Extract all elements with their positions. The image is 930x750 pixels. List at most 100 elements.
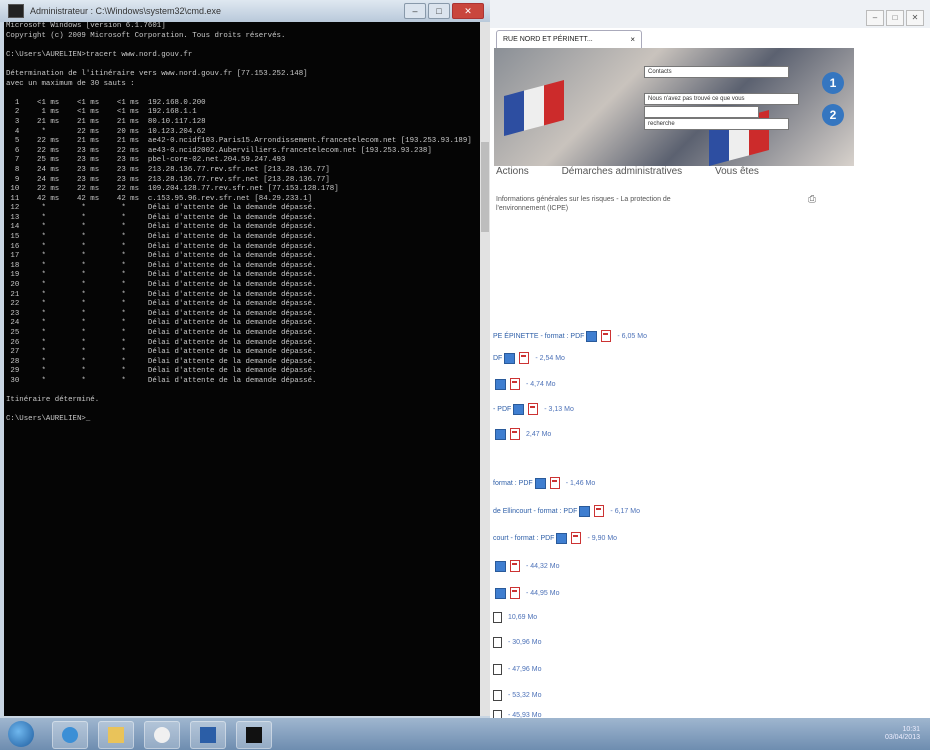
pdf-icon[interactable] [510,378,520,390]
console-line: 6 22 ms 23 ms 22 ms ae43-0.ncid2002.Aube… [6,146,432,155]
maximize-button[interactable]: □ [428,3,450,19]
browser-close-button[interactable]: ✕ [906,10,924,26]
file-size: - 6,17 Mo [610,507,640,515]
tab-close-icon[interactable]: × [630,31,635,49]
console-line: 12 * * * Délai d'attente de la demande d… [6,204,317,213]
browser-maximize-button[interactable]: □ [886,10,904,26]
pdf-icon[interactable] [510,428,520,440]
download-link[interactable]: - 4,74 Mo [493,378,556,390]
file-size: - 2,54 Mo [535,354,565,362]
console-line: 7 25 ms 23 ms 23 ms pbel-core-02.net.204… [6,156,286,165]
download-label: DF [493,354,503,362]
cmd-scrollbar[interactable] [480,22,490,716]
pdf-icon[interactable] [519,352,530,364]
cmd-scroll-thumb[interactable] [481,142,489,232]
console-line: 14 * * * Délai d'attente de la demande d… [6,223,317,232]
download-link[interactable]: 2,47 Mo [493,428,551,440]
file-size: 10,69 Mo [508,614,538,621]
file-size: 2,47 Mo [526,430,552,438]
taskbar-media-icon[interactable] [144,721,180,749]
console-line: 4 * 22 ms 20 ms 10.123.204.62 [6,127,206,136]
document-icon[interactable] [493,664,502,675]
taskbar-explorer-icon[interactable] [98,721,134,749]
download-link[interactable]: - 53,32 Mo [493,690,541,701]
console-line: 11 42 ms 42 ms 42 ms c.153.95.96.rev.sfr… [6,194,313,203]
download-link[interactable]: - PDF - 3,13 Mo [493,403,574,415]
download-link[interactable]: 10,69 Mo [493,612,537,623]
cmd-window-title: Administrateur : C:\Windows\system32\cmd… [30,6,222,16]
download-link[interactable]: - 47,96 Mo [493,664,541,675]
pdf-icon[interactable] [601,330,612,342]
cmd-window[interactable]: Administrateur : C:\Windows\system32\cmd… [0,0,490,718]
save-icon[interactable] [495,560,506,572]
pdf-icon[interactable] [510,587,520,599]
save-icon[interactable] [579,505,591,517]
file-size: - 53,32 Mo [508,692,542,699]
browser-minimize-button[interactable]: – [866,10,884,26]
file-size: - 47,96 Mo [508,666,542,673]
save-icon[interactable] [556,532,568,544]
download-link[interactable]: - 44,32 Mo [493,560,559,572]
search-field[interactable]: recherche [644,118,789,130]
browser-tab[interactable]: RUE NORD ET PÉRINETT... × [496,30,642,50]
download-link[interactable]: de Ellincourt - format : PDF - 6,17 Mo [493,505,640,517]
pdf-icon[interactable] [528,403,539,415]
file-size: - 44,32 Mo [526,562,560,570]
console-line: 10 22 ms 22 ms 22 ms 109.204.128.77.rev.… [6,185,339,194]
menu-item-demarches[interactable]: Démarches administratives [562,166,683,177]
menu-item-actions[interactable]: Actions [496,166,529,177]
download-label: court - format : PDF [493,534,555,542]
save-icon[interactable] [495,428,506,440]
taskbar-word-icon[interactable] [190,721,226,749]
cmd-titlebar[interactable]: Administrateur : C:\Windows\system32\cmd… [0,0,490,22]
print-icon[interactable]: ⎙ [808,194,816,205]
console-line: 18 * * * Délai d'attente de la demande d… [6,261,317,270]
save-icon[interactable] [513,403,525,415]
contacts-link[interactable]: Contacts [644,66,789,78]
console-line: 27 * * * Délai d'attente de la demande d… [6,348,317,357]
pdf-icon[interactable] [594,505,605,517]
cmd-console[interactable]: Microsoft Windows [version 6.1.7601] Copy… [4,22,480,716]
console-line: 5 22 ms 21 ms 21 ms ae42-0.ncidf103.Pari… [6,137,472,146]
search-hint[interactable]: Nous n'avez pas trouvé ce que vous [644,93,799,105]
tab-title: RUE NORD ET PÉRINETT... [503,36,593,43]
download-link[interactable]: court - format : PDF - 9,90 Mo [493,532,617,544]
taskbar-ie-icon[interactable] [52,721,88,749]
save-icon[interactable] [495,378,506,390]
console-line: 23 * * * Délai d'attente de la demande d… [6,309,317,318]
menu-item-vous-etes[interactable]: Vous êtes [715,166,759,177]
browser-window[interactable]: – □ ✕ RUE NORD ET PÉRINETT... × Contacts… [490,0,930,721]
pdf-icon[interactable] [549,477,560,489]
save-icon[interactable] [586,330,598,342]
system-tray-clock[interactable]: 10:31 03/04/2013 [885,726,920,742]
save-icon[interactable] [504,352,516,364]
search-input[interactable] [644,106,759,118]
console-line: C:\Users\AURELIEN>tracert www.nord.gouv.… [6,50,193,59]
download-label: format : PDF [493,479,533,487]
document-icon[interactable] [493,637,502,648]
console-line: 28 * * * Délai d'attente de la demande d… [6,357,317,366]
file-size: - 9,90 Mo [587,534,618,542]
minimize-button[interactable]: – [404,3,426,19]
console-line: 25 * * * Délai d'attente de la demande d… [6,329,317,337]
download-link[interactable]: PE ÉPINETTE - format : PDF - 6,05 Mo [493,330,647,342]
console-line: 16 * * * Délai d'attente de la demande d… [6,242,317,251]
close-button[interactable]: ✕ [452,3,484,19]
download-link[interactable]: - 30,96 Mo [493,637,541,648]
download-link[interactable]: DF - 2,54 Mo [493,352,565,364]
document-icon[interactable] [493,612,502,623]
pdf-icon[interactable] [510,560,520,572]
console-line: 13 * * * Délai d'attente de la demande d… [6,213,317,222]
download-link[interactable]: - 44,95 Mo [493,587,559,599]
badge-2[interactable]: 2 [822,104,844,126]
download-link[interactable]: format : PDF - 1,46 Mo [493,477,595,489]
pdf-icon[interactable] [571,532,582,544]
start-button[interactable] [8,721,34,747]
save-icon[interactable] [495,587,506,599]
taskbar-cmd-icon[interactable] [236,721,272,749]
badge-1[interactable]: 1 [822,72,844,94]
save-icon[interactable] [534,477,546,489]
document-icon[interactable] [493,690,502,701]
download-label: PE ÉPINETTE - format : PDF [493,332,585,340]
